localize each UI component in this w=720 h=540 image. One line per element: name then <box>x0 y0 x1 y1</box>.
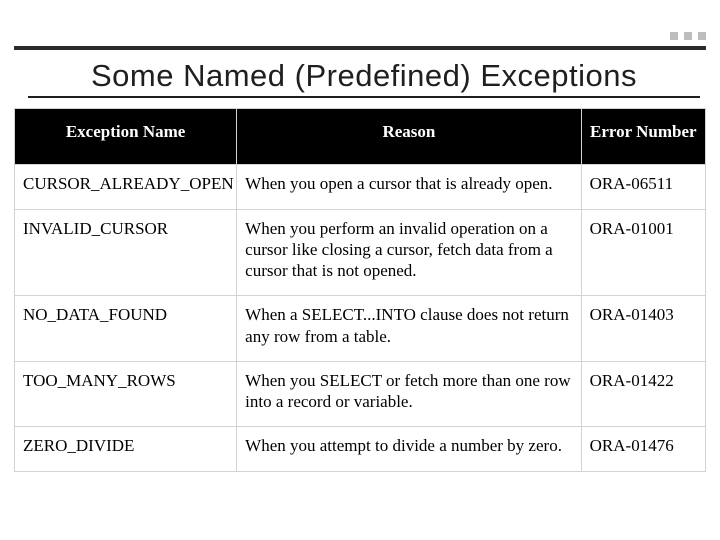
slide: Some Named (Predefined) Exceptions Excep… <box>0 0 720 540</box>
table-row: ZERO_DIVIDE When you attempt to divide a… <box>15 427 706 471</box>
dot-icon <box>698 32 706 40</box>
dot-icon <box>670 32 678 40</box>
cell-error-number: ORA-01476 <box>581 427 705 471</box>
exceptions-table: Exception Name Reason Error Number CURSO… <box>14 108 706 472</box>
col-header-exception-name: Exception Name <box>15 109 237 165</box>
dot-icon <box>684 32 692 40</box>
cell-reason: When you SELECT or fetch more than one r… <box>237 361 581 427</box>
cell-error-number: ORA-01001 <box>581 209 705 296</box>
cell-exception-name: TOO_MANY_ROWS <box>15 361 237 427</box>
cell-error-number: ORA-01422 <box>581 361 705 427</box>
slide-top-rule <box>14 0 706 50</box>
cell-reason: When you open a cursor that is already o… <box>237 165 581 209</box>
cell-error-number: ORA-01403 <box>581 296 705 362</box>
table-row: CURSOR_ALREADY_OPEN When you open a curs… <box>15 165 706 209</box>
decorative-dots <box>670 32 706 40</box>
cell-reason: When a SELECT...INTO clause does not ret… <box>237 296 581 362</box>
cell-exception-name: NO_DATA_FOUND <box>15 296 237 362</box>
page-title: Some Named (Predefined) Exceptions <box>28 58 700 98</box>
cell-reason: When you attempt to divide a number by z… <box>237 427 581 471</box>
col-header-reason: Reason <box>237 109 581 165</box>
cell-exception-name: INVALID_CURSOR <box>15 209 237 296</box>
table-row: NO_DATA_FOUND When a SELECT...INTO claus… <box>15 296 706 362</box>
cell-reason: When you perform an invalid operation on… <box>237 209 581 296</box>
table-row: INVALID_CURSOR When you perform an inval… <box>15 209 706 296</box>
cell-exception-name: ZERO_DIVIDE <box>15 427 237 471</box>
table-row: TOO_MANY_ROWS When you SELECT or fetch m… <box>15 361 706 427</box>
table-header-row: Exception Name Reason Error Number <box>15 109 706 165</box>
col-header-error-number: Error Number <box>581 109 705 165</box>
cell-error-number: ORA-06511 <box>581 165 705 209</box>
cell-exception-name: CURSOR_ALREADY_OPEN <box>15 165 237 209</box>
